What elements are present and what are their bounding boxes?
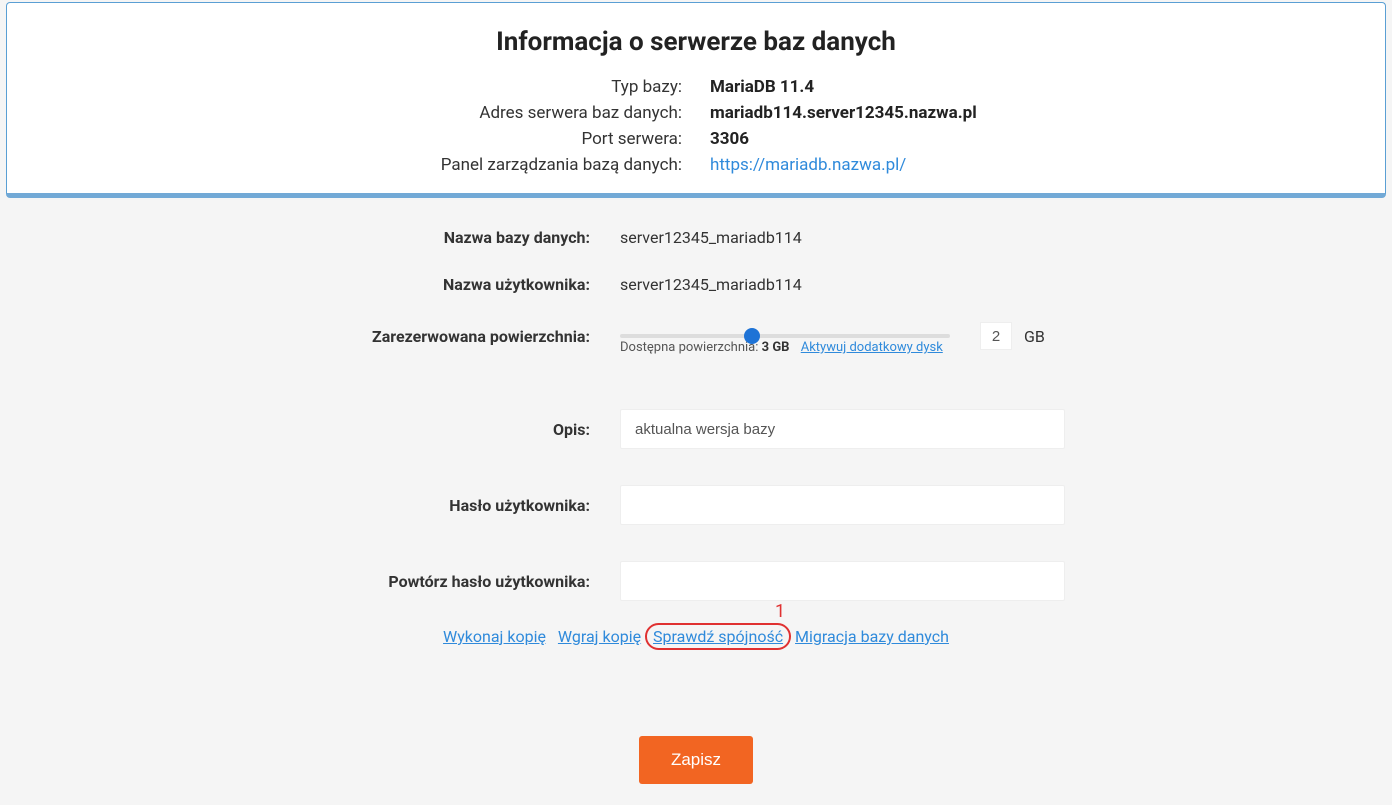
db-addr-label: Adres serwera baz danych: [196, 103, 682, 123]
user-label: Nazwa użytkownika: [30, 275, 590, 294]
upload-copy-link[interactable]: Wgraj kopię [558, 627, 641, 646]
db-addr-value: mariadb114.server12345.nazwa.pl [710, 103, 1196, 123]
db-settings-form: Nazwa bazy danych: server12345_mariadb11… [0, 228, 1392, 784]
db-port-label: Port serwera: [196, 129, 682, 149]
pass2-label: Powtórz hasło użytkownika: [30, 572, 590, 591]
annotation-number: 1 [775, 601, 785, 622]
db-port-value: 3306 [710, 129, 1196, 149]
activate-disk-link[interactable]: Aktywuj dodatkowy dysk [801, 340, 943, 355]
make-copy-link[interactable]: Wykonaj kopię [443, 627, 546, 646]
info-title: Informacja o serwerze baz danych [37, 27, 1355, 57]
db-type-label: Typ bazy: [196, 77, 682, 97]
slider-handle-icon[interactable] [744, 328, 760, 344]
reserved-slider[interactable] [620, 334, 950, 338]
available-value: 3 GB [762, 340, 790, 355]
desc-input[interactable] [620, 409, 1065, 449]
user-value: server12345_mariadb114 [620, 275, 1362, 294]
pass-input[interactable] [620, 485, 1065, 525]
pass2-input[interactable] [620, 561, 1065, 601]
action-links-row: Wykonaj kopię Wgraj kopię Sprawdź spójno… [30, 627, 1362, 646]
db-panel-link[interactable]: https://mariadb.nazwa.pl/ [710, 155, 906, 175]
migrate-db-link[interactable]: Migracja bazy danych [795, 627, 949, 646]
reserved-label: Zarezerwowana powierzchnia: [30, 327, 590, 346]
db-name-value: server12345_mariadb114 [620, 228, 1362, 247]
save-button[interactable]: Zapisz [639, 736, 753, 784]
db-panel-label: Panel zarządzania bazą danych: [196, 155, 682, 175]
desc-label: Opis: [30, 420, 590, 439]
server-info-box: Informacja o serwerze baz danych Typ baz… [6, 2, 1386, 198]
db-name-label: Nazwa bazy danych: [30, 228, 590, 247]
check-integrity-link[interactable]: Sprawdź spójność 1 [653, 627, 783, 646]
check-integrity-label: Sprawdź spójność [653, 627, 783, 646]
db-type-value: MariaDB 11.4 [710, 77, 1196, 97]
available-prefix: Dostępna powierzchnia: [620, 340, 762, 355]
pass-label: Hasło użytkownika: [30, 496, 590, 515]
